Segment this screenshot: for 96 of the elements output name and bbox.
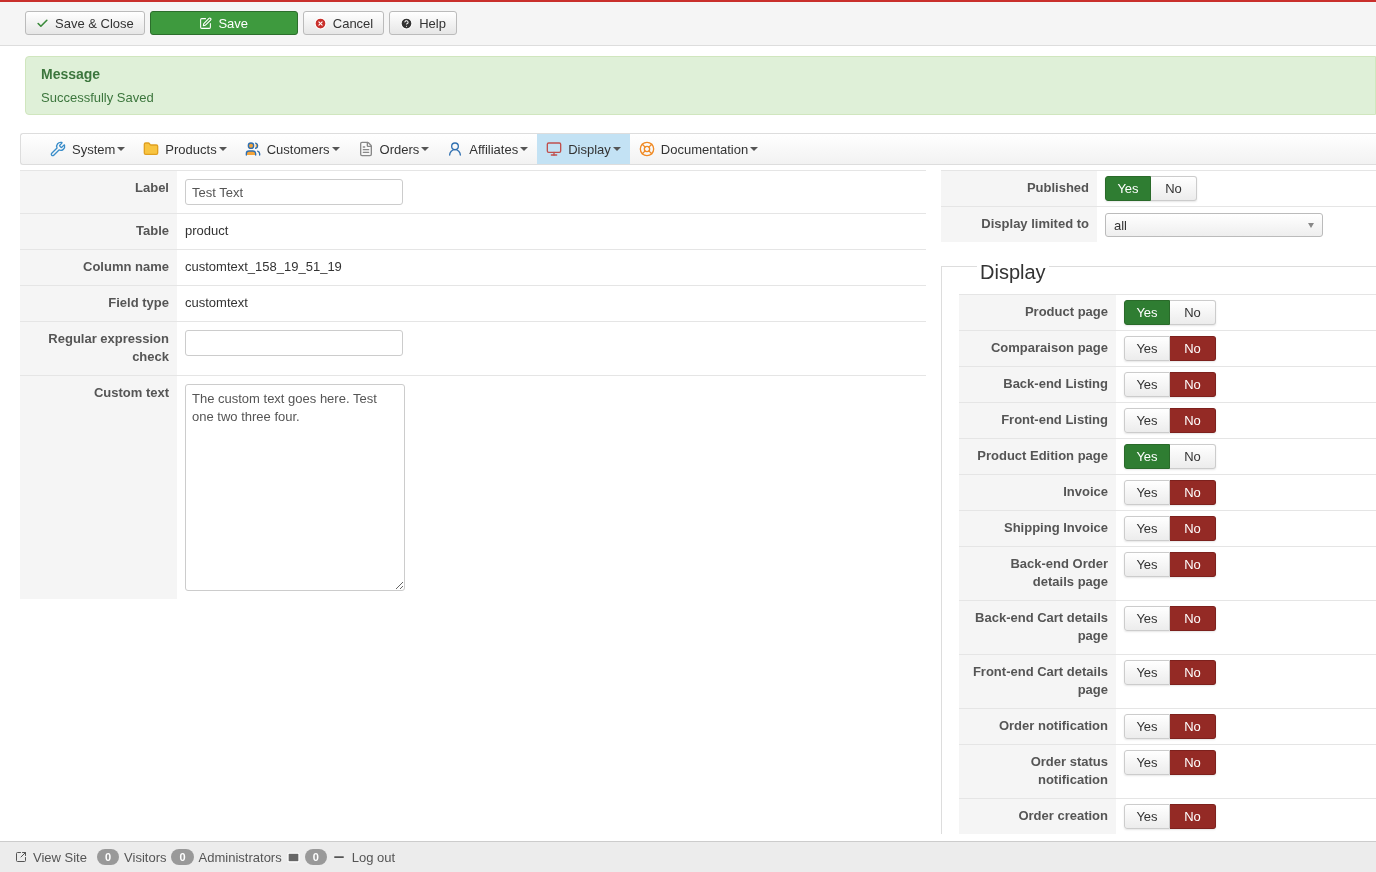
external-link-icon bbox=[15, 851, 27, 863]
field-label: Back-end Listing bbox=[959, 367, 1116, 402]
toggle-option[interactable]: No bbox=[1170, 372, 1216, 397]
status-text: Administrators bbox=[198, 849, 282, 865]
toolbar-button[interactable]: Cancel bbox=[302, 11, 385, 35]
count-badge: 0 bbox=[304, 849, 327, 865]
toggle-option[interactable]: Yes bbox=[1124, 714, 1170, 739]
menu-item[interactable]: Documentation bbox=[629, 134, 768, 164]
field-value: customtext bbox=[185, 294, 248, 312]
caret-icon bbox=[750, 147, 759, 151]
field-label: Column name bbox=[20, 250, 177, 285]
field-label: Order notification bbox=[959, 709, 1116, 744]
toggle-option[interactable]: No bbox=[1170, 408, 1216, 433]
close-icon bbox=[313, 16, 327, 30]
field-label: Front-end Listing bbox=[959, 403, 1116, 438]
document-icon bbox=[357, 141, 374, 157]
caret-icon bbox=[331, 147, 340, 151]
folder-icon bbox=[143, 141, 160, 157]
menu-item[interactable]: Affiliates bbox=[438, 134, 538, 164]
field-label: Product page bbox=[959, 295, 1116, 330]
view-site-link[interactable]: View Site bbox=[15, 849, 87, 865]
select-field[interactable]: all bbox=[1105, 213, 1323, 237]
toggle-option[interactable]: No bbox=[1151, 176, 1197, 201]
field-label: Display limited to bbox=[941, 207, 1097, 242]
field-label: Invoice bbox=[959, 475, 1116, 510]
toggle-option[interactable]: No bbox=[1170, 606, 1216, 631]
field-label: Published bbox=[941, 171, 1097, 206]
toolbar-button[interactable]: Save bbox=[149, 11, 298, 35]
input-field[interactable]: Test Text bbox=[185, 179, 403, 205]
toggle-option[interactable]: No bbox=[1170, 660, 1216, 685]
toggle-option[interactable]: Yes bbox=[1124, 804, 1170, 829]
toggle-option[interactable]: Yes bbox=[1124, 336, 1170, 361]
caret-icon bbox=[1308, 222, 1314, 228]
toolbar-button[interactable]: Help bbox=[389, 11, 457, 35]
input-field[interactable] bbox=[185, 330, 403, 356]
caret-icon bbox=[612, 147, 621, 151]
toggle-option[interactable]: No bbox=[1170, 714, 1216, 739]
tools-icon bbox=[50, 141, 66, 157]
menu-item[interactable]: Customers bbox=[235, 134, 349, 164]
field-label: Back-end Cart details page bbox=[959, 601, 1116, 654]
field-label: Shipping Invoice bbox=[959, 511, 1116, 546]
monitor-icon bbox=[546, 141, 563, 157]
field-label: Regular expression check bbox=[20, 322, 177, 375]
help-icon bbox=[400, 16, 414, 30]
message-title: Message bbox=[41, 66, 102, 82]
field-label: Label bbox=[20, 171, 177, 213]
toggle-option[interactable]: Yes bbox=[1124, 444, 1170, 469]
user-icon bbox=[447, 141, 464, 157]
field-label: Product Edition page bbox=[959, 439, 1116, 474]
menu-item[interactable]: System bbox=[41, 134, 135, 164]
toggle-option[interactable]: Yes bbox=[1124, 660, 1170, 685]
field-label: Comparaison page bbox=[959, 331, 1116, 366]
edit-icon bbox=[199, 16, 213, 30]
field-value: product bbox=[185, 222, 229, 240]
toolbar-button[interactable]: Save & Close bbox=[25, 11, 145, 35]
toggle-option[interactable]: Yes bbox=[1124, 408, 1170, 433]
toggle-option[interactable]: Yes bbox=[1124, 300, 1170, 325]
users-icon bbox=[244, 141, 261, 157]
menu-item[interactable]: Orders bbox=[348, 134, 439, 164]
text-area[interactable]: The custom text goes here. Test one two three four. bbox=[185, 384, 405, 591]
toggle-option[interactable]: Yes bbox=[1124, 480, 1170, 505]
toggle-option[interactable]: No bbox=[1170, 336, 1216, 361]
toggle-option[interactable]: No bbox=[1170, 300, 1216, 325]
lifebuoy-icon bbox=[638, 141, 655, 157]
toggle-option[interactable]: No bbox=[1170, 804, 1216, 829]
count-badge: 0 bbox=[171, 849, 194, 865]
field-label: Custom text bbox=[20, 376, 177, 599]
logout-link[interactable]: Log out bbox=[331, 849, 396, 865]
field-label: Order creation bbox=[959, 799, 1116, 834]
status-text: Visitors bbox=[124, 849, 167, 865]
field-label: Front-end Cart details page bbox=[959, 655, 1116, 708]
toggle-option[interactable]: No bbox=[1170, 516, 1216, 541]
toggle-option[interactable]: Yes bbox=[1124, 516, 1170, 541]
field-label: Table bbox=[20, 214, 177, 249]
count-badge: 0 bbox=[96, 849, 120, 865]
toggle-option[interactable]: Yes bbox=[1124, 750, 1170, 775]
toggle-option[interactable]: No bbox=[1170, 750, 1216, 775]
caret-icon bbox=[421, 147, 430, 151]
field-label: Order status notification bbox=[959, 745, 1116, 798]
field-value: customtext_158_19_51_19 bbox=[185, 258, 342, 276]
caret-icon bbox=[218, 147, 227, 151]
field-label: Field type bbox=[20, 286, 177, 321]
field-label: Back-end Order details page bbox=[959, 547, 1116, 600]
check-icon bbox=[36, 16, 49, 30]
toggle-option[interactable]: No bbox=[1170, 444, 1216, 469]
menu-item[interactable]: Display bbox=[537, 134, 630, 164]
toggle-option[interactable]: Yes bbox=[1124, 606, 1170, 631]
caret-icon bbox=[520, 147, 529, 151]
caret-icon bbox=[117, 147, 126, 151]
message-text: Successfully Saved bbox=[41, 90, 155, 105]
toggle-option[interactable]: Yes bbox=[1124, 372, 1170, 397]
menu-item[interactable]: Products bbox=[134, 134, 236, 164]
toggle-option[interactable]: Yes bbox=[1124, 552, 1170, 577]
toggle-option[interactable]: Yes bbox=[1105, 176, 1151, 201]
toggle-option[interactable]: No bbox=[1170, 552, 1216, 577]
toggle-option[interactable]: No bbox=[1170, 480, 1216, 505]
